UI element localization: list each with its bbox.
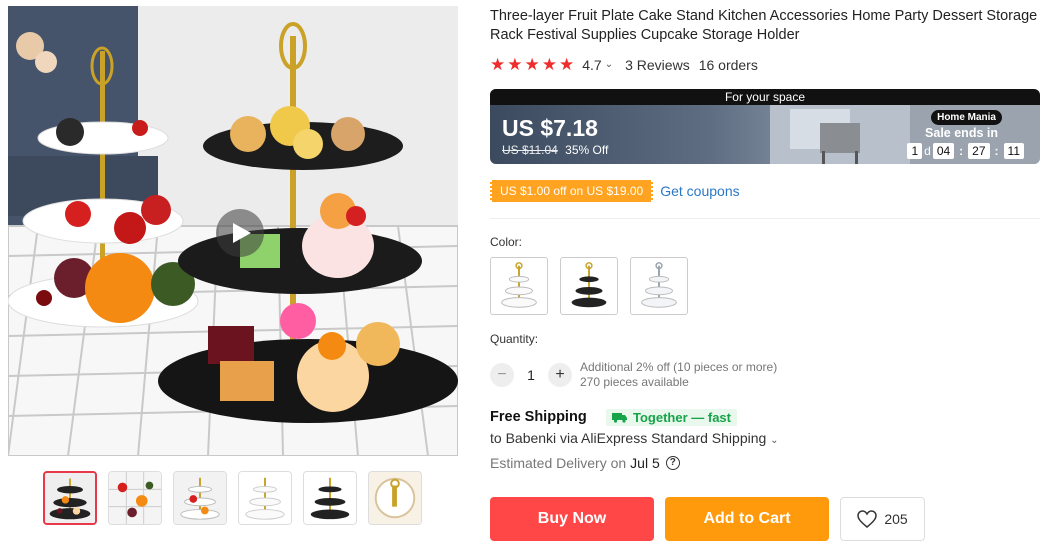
together-fast-label: Together — fast <box>633 410 731 425</box>
price-banner: For your space US $7.18 US $11.04 35% Of… <box>490 89 1040 164</box>
star-icon: ★ <box>559 55 575 74</box>
countdown-days: 1 <box>907 143 923 159</box>
wishlist-count: 205 <box>884 511 908 527</box>
countdown-timer: 1 d 04 : 27 : 11 <box>905 143 1026 159</box>
thumbnail-6[interactable] <box>368 471 422 525</box>
estimated-delivery: Estimated Delivery on Jul 5 ? <box>490 455 680 471</box>
rating-row: ★ ★ ★ ★ ★ 4.7 ⌄ 3 Reviews 16 orders <box>490 56 758 73</box>
sale-ends-label: Sale ends in <box>925 126 998 140</box>
quantity-label: Quantity: <box>490 332 539 346</box>
countdown-minutes: 27 <box>968 143 990 159</box>
thumbnail-3[interactable] <box>173 471 227 525</box>
coupon-row: US $1.00 off on US $19.00 Get coupons <box>490 180 740 202</box>
thumbnail-1[interactable] <box>43 471 97 525</box>
countdown-hours: 04 <box>932 143 955 159</box>
rating-value[interactable]: 4.7 <box>582 57 601 73</box>
orders-count: 16 orders <box>698 56 758 73</box>
get-coupons-link[interactable]: Get coupons <box>660 183 739 199</box>
quantity-stepper: − + Additional 2% off (10 pieces or more… <box>490 360 777 390</box>
help-icon[interactable]: ? <box>665 456 680 470</box>
divider <box>490 218 1040 219</box>
discount-percent: 35% Off <box>565 143 609 157</box>
product-title: Three-layer Fruit Plate Cake Stand Kitch… <box>490 8 1038 43</box>
thumbnail-strip <box>43 471 422 525</box>
add-to-cart-button[interactable]: Add to Cart <box>665 497 829 541</box>
thumbnail-2[interactable] <box>108 471 162 525</box>
reviews-link[interactable]: 3 Reviews <box>625 57 690 73</box>
color-label: Color: <box>490 235 523 249</box>
countdown-seconds: 11 <box>1003 143 1024 159</box>
star-icon: ★ <box>507 55 523 74</box>
original-price: US $11.04 <box>502 143 558 157</box>
countdown-days-label: d <box>924 144 931 158</box>
quantity-info: Additional 2% off (10 pieces or more) 27… <box>580 360 777 390</box>
sale-price: US $7.18 <box>502 115 598 141</box>
store-badge[interactable]: Home Mania <box>931 110 1002 125</box>
main-product-image[interactable] <box>8 6 458 456</box>
coupon-chip[interactable]: US $1.00 off on US $19.00 <box>490 180 654 202</box>
countdown-separator: : <box>994 144 999 158</box>
quantity-input[interactable] <box>514 367 548 383</box>
play-icon <box>233 223 251 243</box>
chevron-down-icon: ⌄ <box>770 435 779 446</box>
together-fast-badge: Together — fast <box>606 409 737 426</box>
heart-icon <box>857 510 878 528</box>
chevron-down-icon[interactable]: ⌄ <box>605 59 613 70</box>
color-option-silver-white[interactable] <box>630 257 688 315</box>
color-option-gold-white[interactable] <box>490 257 548 315</box>
truck-icon <box>612 413 627 423</box>
color-swatches <box>490 257 688 315</box>
stock-available: 270 pieces available <box>580 375 689 389</box>
delivery-label: Estimated Delivery on <box>490 455 627 471</box>
color-option-gold-black[interactable] <box>560 257 618 315</box>
star-icon: ★ <box>490 55 506 74</box>
delivery-date: Jul 5 <box>630 455 660 471</box>
original-price-row: US $11.04 35% Off <box>502 143 608 157</box>
shipping-method-text: to Babenki via AliExpress Standard Shipp… <box>490 430 767 446</box>
thumbnail-5[interactable] <box>303 471 357 525</box>
quantity-increase-button[interactable]: + <box>548 363 572 387</box>
star-icon: ★ <box>541 55 557 74</box>
quantity-decrease-button[interactable]: − <box>490 363 514 387</box>
free-shipping-title: Free Shipping <box>490 409 587 425</box>
buy-now-button[interactable]: Buy Now <box>490 497 654 541</box>
action-buttons: Buy Now Add to Cart 205 <box>490 497 925 541</box>
countdown-separator: : <box>959 144 964 158</box>
shipping-method[interactable]: to Babenki via AliExpress Standard Shipp… <box>490 430 779 446</box>
thumbnail-4[interactable] <box>238 471 292 525</box>
star-icon: ★ <box>524 55 540 74</box>
wishlist-button[interactable]: 205 <box>840 497 925 541</box>
play-video-button[interactable] <box>216 209 264 257</box>
banner-tagline: For your space <box>490 89 1040 105</box>
rating-stars: ★ ★ ★ ★ ★ <box>490 56 574 73</box>
bulk-discount-note: Additional 2% off (10 pieces or more) <box>580 360 778 374</box>
